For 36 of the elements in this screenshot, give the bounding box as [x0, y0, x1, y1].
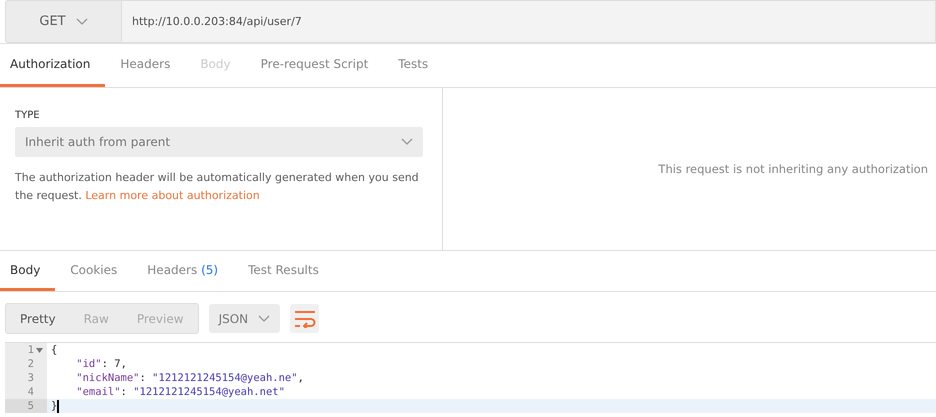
auth-message: This request is not inheriting any authorization [658, 162, 928, 176]
line-number: 2 [28, 358, 34, 370]
line-number: 3 [28, 372, 34, 384]
request-tab[interactable]: Authorization [0, 44, 106, 87]
request-tab[interactable]: Headers [105, 44, 186, 87]
chevron-down-icon [258, 314, 270, 322]
type-label: TYPE [15, 110, 40, 121]
response-tab[interactable]: Body [0, 251, 56, 291]
method-dropdown[interactable]: GET [5, 0, 122, 43]
view-mode-button[interactable]: Pretty [6, 304, 70, 333]
url-field[interactable]: http://10.0.0.203:84/api/user/7 [122, 0, 936, 43]
view-mode-button[interactable]: Raw [70, 304, 123, 333]
chevron-down-icon [401, 138, 413, 146]
code-line: } [50, 400, 58, 412]
response-tab[interactable]: Headers (5) [132, 251, 234, 291]
request-tab[interactable]: Tests [383, 44, 444, 87]
wrap-lines-icon [294, 310, 316, 328]
response-tab[interactable]: Test Results [233, 251, 334, 291]
learn-more-link[interactable]: Learn more about authorization [85, 189, 260, 202]
line-number: 1 [28, 344, 34, 356]
fold-arrow-icon[interactable] [36, 348, 43, 352]
code-line: "id": 7, [75, 358, 127, 370]
view-mode-button[interactable]: Preview [122, 304, 198, 333]
code-line: { [50, 344, 58, 356]
auth-type-dropdown[interactable]: Inherit auth from parent [15, 127, 423, 157]
auth-description: The authorization header will be automatically generated when you send the request. Learn more about authorization [15, 170, 420, 204]
line-number: 5 [28, 400, 34, 412]
response-tab[interactable]: Cookies [55, 251, 132, 291]
chevron-down-icon [76, 18, 88, 26]
request-tab[interactable]: Pre-request Script [246, 44, 384, 87]
text-cursor [57, 400, 60, 412]
code-line: "email": "1212121245154@yeah.net" [75, 386, 285, 398]
code-line: "nickName": "1212121245154@yeah.ne", [75, 372, 304, 384]
line-number: 4 [28, 386, 34, 398]
format-dropdown[interactable]: JSON [208, 304, 280, 333]
wrap-lines-button[interactable] [290, 304, 320, 333]
